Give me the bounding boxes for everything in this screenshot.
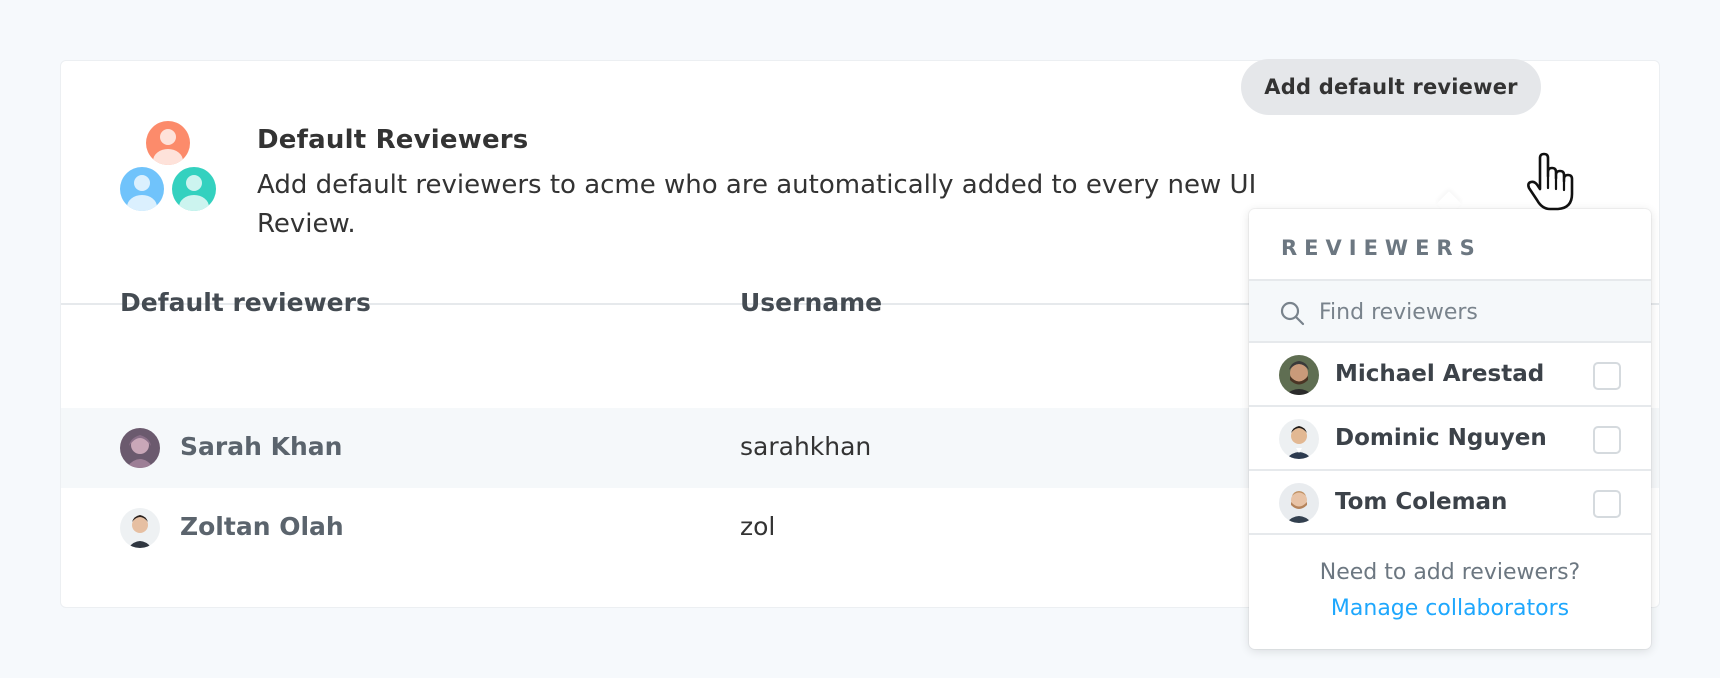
add-default-reviewer-button[interactable]: Add default reviewer (1241, 59, 1541, 115)
user-group-icon (120, 121, 216, 217)
page: Default Reviewers Add default reviewers … (0, 0, 1720, 678)
avatar (120, 508, 160, 548)
dropdown-item-tom-coleman[interactable]: Tom Coleman (1249, 471, 1651, 535)
avatar (1279, 355, 1319, 395)
avatar (1279, 483, 1319, 523)
section-title: Default Reviewers (257, 125, 529, 155)
search-icon (1280, 301, 1305, 326)
reviewer-checkbox[interactable] (1593, 362, 1621, 390)
dropdown-item-dominic-nguyen[interactable]: Dominic Nguyen (1249, 407, 1651, 471)
dropdown-title: REVIEWERS (1281, 236, 1482, 260)
reviewer-name: Sarah Khan (180, 432, 343, 461)
reviewer-option-name: Tom Coleman (1335, 489, 1508, 515)
reviewer-option-name: Michael Arestad (1335, 361, 1545, 387)
user-avatar-icon-teal (172, 167, 216, 211)
manage-collaborators-link[interactable]: Manage collaborators (1249, 596, 1651, 621)
user-avatar-icon-orange (146, 121, 190, 165)
reviewer-checkbox[interactable] (1593, 490, 1621, 518)
section-description: Add default reviewers to acme who are au… (257, 170, 1257, 239)
reviewer-username: sarahkhan (740, 432, 872, 461)
dropdown-item-michael-arestad[interactable]: Michael Arestad (1249, 343, 1651, 407)
column-header-default-reviewers: Default reviewers (120, 288, 371, 317)
avatar (1279, 419, 1319, 459)
reviewers-dropdown: REVIEWERS Michael Arestad (1249, 209, 1651, 649)
reviewer-name: Zoltan Olah (180, 512, 344, 541)
column-header-username: Username (740, 288, 883, 317)
reviewer-option-name: Dominic Nguyen (1335, 425, 1547, 451)
user-avatar-icon-blue (120, 167, 164, 211)
dropdown-footer-text: Need to add reviewers? (1319, 560, 1581, 585)
reviewer-checkbox[interactable] (1593, 426, 1621, 454)
reviewer-username: zol (740, 512, 776, 541)
search-bar (1249, 279, 1651, 343)
search-input[interactable] (1319, 293, 1629, 331)
avatar (120, 428, 160, 468)
